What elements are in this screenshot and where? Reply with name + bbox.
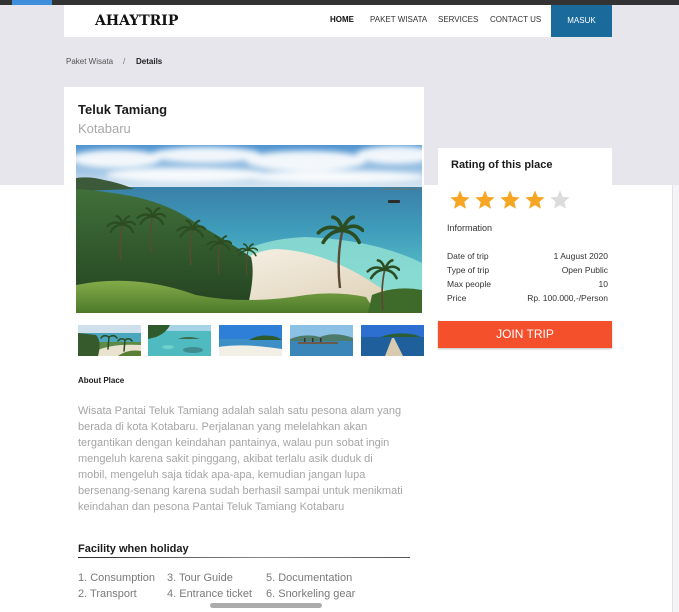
rating-card: Rating of this place Information Date of…	[438, 148, 612, 310]
nav-services[interactable]: SERVICES	[438, 15, 478, 25]
star-icon	[500, 190, 520, 209]
star-empty-icon	[550, 190, 570, 209]
breadcrumb-parent-link[interactable]: Paket Wisata	[66, 57, 113, 67]
facility-item: 6. Snorkeling gear	[266, 588, 356, 600]
thumbnail-1[interactable]	[78, 325, 141, 356]
facility-item: 4. Entrance ticket	[167, 588, 252, 600]
thumbnail-3[interactable]	[219, 325, 282, 356]
info-label: Max people	[447, 279, 491, 289]
about-line: tergantikan dengan keindahan pantainya, …	[78, 437, 390, 449]
main-photo	[76, 145, 422, 313]
breadcrumb-current: Details	[136, 57, 163, 66]
info-value: 10	[598, 279, 608, 289]
rating-stars	[449, 189, 571, 211]
information-heading: Information	[447, 223, 493, 233]
info-value: 1 August 2020	[553, 251, 608, 261]
info-label: Price	[447, 293, 467, 303]
about-line: mengeluh karena sakit pinggang, akibat t…	[78, 453, 373, 465]
thumbnail-2[interactable]	[148, 325, 211, 356]
about-heading: About Place	[78, 376, 125, 385]
about-line: Wisata Pantai Teluk Tamiang adalah salah…	[78, 405, 402, 417]
thumbnail-4[interactable]	[290, 325, 353, 356]
nav-home[interactable]: HOME	[330, 15, 354, 25]
topbar-accent	[12, 0, 52, 5]
page-edge-divider	[672, 185, 679, 612]
about-description: Wisata Pantai Teluk Tamiang adalah salah…	[78, 403, 403, 515]
facility-divider	[78, 557, 410, 558]
nav-paket-wisata[interactable]: PAKET WISATA	[370, 15, 427, 25]
info-value: Rp. 100.000,-/Person	[527, 293, 608, 303]
site-logo[interactable]: AHAYTRIP	[95, 13, 178, 29]
login-button[interactable]: MASUK	[551, 5, 612, 37]
join-trip-button[interactable]: JOIN TRIP	[438, 321, 612, 348]
breadcrumb-separator: /	[123, 57, 126, 66]
trip-info-list: Date of trip 1 August 2020 Type of trip …	[447, 249, 608, 305]
info-row-price: Price Rp. 100.000,-/Person	[447, 291, 608, 305]
place-detail-card: Teluk Tamiang Kotabaru About Place Wisat…	[64, 87, 424, 612]
about-line: keindahan dan pesona Pantai Teluk Tamian…	[78, 501, 345, 513]
star-icon	[450, 190, 470, 209]
star-icon	[525, 190, 545, 209]
rating-heading: Rating of this place	[451, 159, 553, 171]
site-header: AHAYTRIP HOME PAKET WISATA SERVICES CONT…	[64, 5, 612, 37]
facility-item: 3. Tour Guide	[167, 572, 233, 584]
info-row-type: Type of trip Open Public	[447, 263, 608, 277]
horizontal-scrollbar-thumb[interactable]	[210, 603, 322, 608]
place-title: Teluk Tamiang	[78, 102, 168, 117]
info-label: Date of trip	[447, 251, 489, 261]
facility-item: 5. Documentation	[266, 572, 353, 584]
about-line: bersenang-senang karena sudah berhasil s…	[78, 485, 403, 497]
place-location: Kotabaru	[78, 121, 131, 136]
about-line: berada di kota Kotabaru. Perjalanan yang…	[78, 421, 368, 433]
app-root: AHAYTRIP HOME PAKET WISATA SERVICES CONT…	[0, 0, 679, 612]
star-icon	[475, 190, 495, 209]
facility-item: 1. Consumption	[78, 572, 156, 584]
thumbnail-5[interactable]	[361, 325, 424, 356]
nav-contact-us[interactable]: CONTACT US	[490, 15, 541, 25]
info-row-date: Date of trip 1 August 2020	[447, 249, 608, 263]
about-line: mobil, mengeluh saja tidak apa-apa, kemu…	[78, 469, 366, 481]
info-row-max-people: Max people 10	[447, 277, 608, 291]
facility-heading: Facility when holiday	[78, 543, 189, 555]
info-value: Open Public	[561, 265, 608, 275]
info-label: Type of trip	[447, 265, 490, 275]
facility-item: 2. Transport	[78, 588, 137, 600]
